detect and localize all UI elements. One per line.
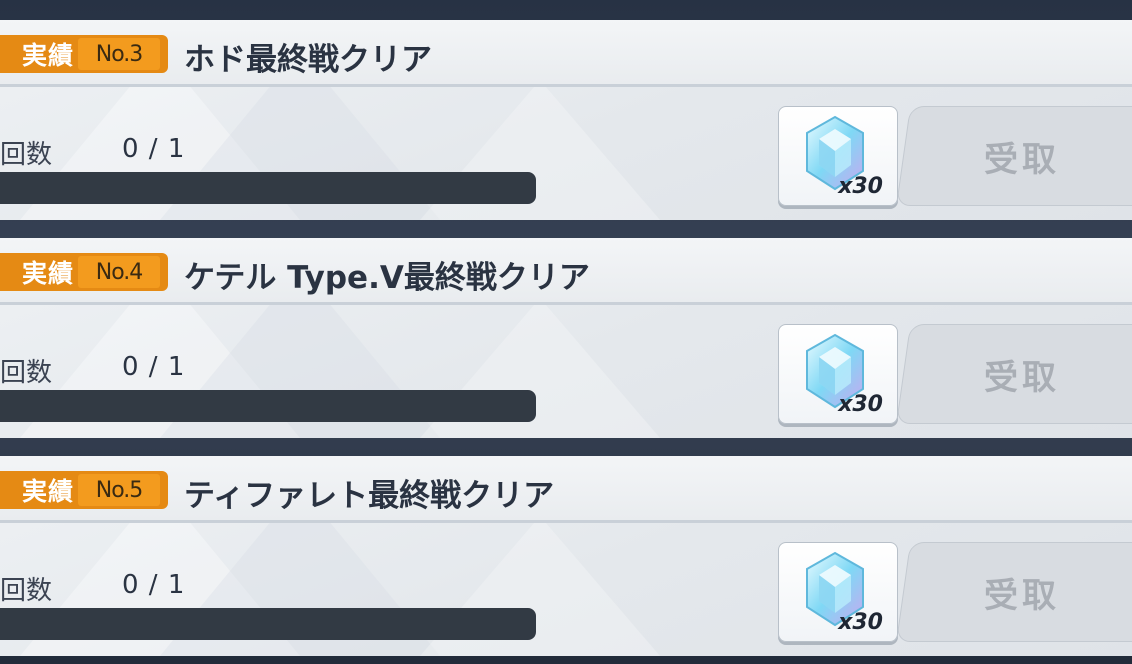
count-label: 回数 [0, 576, 53, 606]
achievement-category: 実績 [22, 477, 75, 506]
reward-quantity: x30 [838, 610, 883, 635]
reward-item[interactable]: x30 [778, 542, 898, 642]
achievement-title: ホド最終戦クリア [184, 42, 432, 78]
achievement-header: 実績 No.4 ケテル Type.V最終戦クリア [0, 238, 1132, 305]
achievement-card: 実績 No.5 ティファレト最終戦クリア 回数 0 / 1 x30 受取 [0, 456, 1132, 656]
reward-quantity: x30 [838, 392, 883, 417]
achievement-badge: 実績 No.4 [0, 253, 168, 291]
count-value: 0 / 1 [122, 570, 186, 600]
achievement-list: 実績 No.3 ホド最終戦クリア 回数 0 / 1 x30 受取 実績 No.4… [0, 0, 1132, 664]
progress-bar [0, 390, 536, 422]
achievement-title: ケテル Type.V最終戦クリア [184, 260, 590, 296]
claim-button[interactable]: 受取 [896, 542, 1132, 642]
claim-button-label: 受取 [984, 575, 1061, 616]
achievement-number: No.3 [78, 38, 160, 70]
achievement-badge: 実績 No.5 [0, 471, 168, 509]
achievement-category: 実績 [22, 259, 75, 288]
achievement-header: 実績 No.3 ホド最終戦クリア [0, 20, 1132, 87]
count-label: 回数 [0, 140, 53, 170]
progress-bar [0, 608, 536, 640]
claim-button[interactable]: 受取 [896, 106, 1132, 206]
count-label: 回数 [0, 358, 53, 388]
reward-item[interactable]: x30 [778, 324, 898, 424]
progress-bar [0, 172, 536, 204]
achievement-category: 実績 [22, 41, 75, 70]
count-value: 0 / 1 [122, 134, 186, 164]
achievement-card: 実績 No.3 ホド最終戦クリア 回数 0 / 1 x30 受取 [0, 20, 1132, 220]
reward-item[interactable]: x30 [778, 106, 898, 206]
count-value: 0 / 1 [122, 352, 186, 382]
claim-button[interactable]: 受取 [896, 324, 1132, 424]
achievement-card: 実績 No.4 ケテル Type.V最終戦クリア 回数 0 / 1 x30 受取 [0, 238, 1132, 438]
achievement-number: No.5 [78, 474, 160, 506]
achievement-header: 実績 No.5 ティファレト最終戦クリア [0, 456, 1132, 523]
achievement-title: ティファレト最終戦クリア [184, 478, 555, 514]
achievement-badge: 実績 No.3 [0, 35, 168, 73]
claim-button-label: 受取 [984, 139, 1061, 180]
claim-button-label: 受取 [984, 357, 1061, 398]
achievement-number: No.4 [78, 256, 160, 288]
reward-quantity: x30 [838, 174, 883, 199]
